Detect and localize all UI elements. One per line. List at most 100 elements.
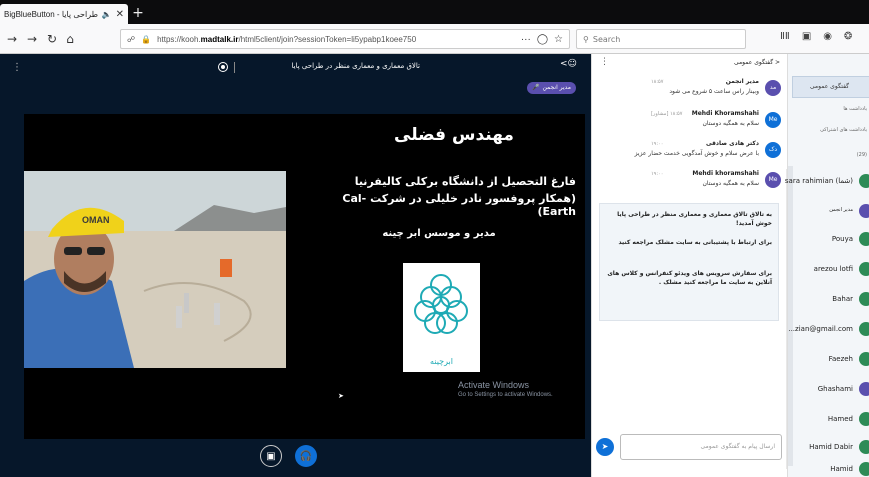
activate-windows-hint: Go to Settings to activate Windows. (458, 392, 553, 398)
user-list-item[interactable]: Faezeh (791, 350, 869, 372)
forward-icon[interactable]: → (24, 31, 40, 47)
user-name: arezou lotfi (813, 265, 853, 273)
avatar: Me (765, 112, 781, 128)
avatar: دک (765, 142, 781, 158)
url-text: https://kooh.madtalk.ir/html5client/join… (157, 34, 417, 44)
abrchineh-logo: ابرچینه (403, 263, 480, 372)
reload-icon[interactable]: ↻ (44, 31, 60, 47)
chat-title[interactable]: < گفتگوی عمومی (734, 59, 780, 66)
search-placeholder: Search (592, 34, 621, 44)
screen-share-button[interactable]: ▣ (260, 445, 282, 467)
message-time: [مشاور] ۱۸:۵۷ (651, 111, 683, 117)
user-name: sara rahimian (شما) (784, 177, 853, 185)
message-time: ۱۸:۵۷ (651, 79, 664, 85)
user-list-item[interactable]: sara rahimian (شما) (785, 172, 869, 194)
message-author: مدیر انجمن (725, 78, 759, 85)
user-name: Hamid (830, 465, 853, 473)
avatar (859, 440, 869, 454)
browser-tab[interactable]: BigBlueButton - طراحی پایا 🔈 ✕ (0, 4, 128, 24)
user-name: Faezeh (828, 355, 853, 363)
user-name: Bahar (832, 295, 853, 303)
avatar (859, 174, 869, 188)
message-text: وبینار راس ساعت ۵ شروع می شود (669, 88, 759, 95)
welcome-message: به تالاق تالاق معماری و معماری منظر در ط… (599, 203, 779, 321)
message-time: ۱۹:۰۰ (651, 141, 664, 147)
user-list-item[interactable]: Pouya (791, 230, 869, 252)
home-icon[interactable]: ⌂ (62, 31, 78, 47)
avatar (859, 412, 869, 426)
search-input[interactable]: ⚲ Search (576, 29, 746, 49)
more-icon[interactable]: ··· (521, 34, 531, 45)
avatar (859, 322, 869, 336)
user-list-item[interactable]: Hamid Dabir (791, 438, 869, 460)
speaker-icon[interactable]: 🔈 (102, 10, 112, 19)
cap-text: OMAN (82, 215, 110, 225)
user-list-item[interactable]: Bahar (791, 290, 869, 312)
new-tab-button[interactable]: + (130, 5, 146, 21)
user-list-item[interactable]: Hamed (791, 410, 869, 432)
speaker-role: مدیر و موسس ابر چینه (382, 228, 496, 239)
chat-header: ⋮ < گفتگوی عمومی (592, 54, 788, 72)
avatar (859, 204, 869, 218)
pocket-icon[interactable]: ◯ (537, 34, 548, 45)
avatar (859, 262, 869, 276)
options-icon[interactable]: ⋮ (12, 62, 22, 73)
cursor-icon: ➤ (338, 392, 344, 400)
tab-title: BigBlueButton - طراحی پایا (4, 9, 98, 19)
support-text: برای ارتباط با پشتیبانی به سایت مشلک مرا… (618, 239, 772, 246)
public-chat-link[interactable]: گفتگوی عمومی (792, 76, 869, 98)
user-name: Ghashami (817, 385, 853, 393)
logo-caption: ابرچینه (430, 357, 453, 366)
chat-message: مد مدیر انجمن ۱۸:۵۷ وبینار راس ساعت ۵ شر… (601, 78, 781, 106)
user-list-item[interactable]: Hamid (791, 460, 869, 477)
user-list-item[interactable]: Ghashami (791, 380, 869, 402)
chat-message: Me Mehdi Khoramshahi [مشاور] ۱۸:۵۷ سلام … (601, 110, 781, 138)
extension-icon[interactable]: ❂ (844, 31, 852, 42)
message-author: Mehdi khoramshahi (692, 170, 759, 177)
account-icon[interactable]: ◉ (823, 31, 832, 42)
send-icon: ➤ (601, 442, 609, 451)
lock-icon: 🔒 (141, 34, 152, 44)
chat-message-input[interactable]: ارسال پیام به گفتگوی عمومی (620, 434, 782, 460)
library-icon[interactable]: ⅡⅡ (780, 31, 790, 42)
bookmark-star-icon[interactable]: ☆ (554, 34, 563, 45)
send-button[interactable]: ➤ (596, 438, 614, 456)
users-toggle-icon[interactable]: <☺ (560, 59, 577, 69)
media-controls: ▣ 🎧 (0, 439, 591, 477)
avatar (859, 382, 869, 396)
speaker-affiliation: (همکار پروفسور نادر خلیلی در شرکت Cal-Ea… (342, 192, 576, 218)
url-bar[interactable]: ☍ 🔒 https://kooh.madtalk.ir/html5client/… (120, 29, 570, 49)
sidebar-icon[interactable]: ▣ (802, 31, 811, 42)
presenter-badge: 🎤 مدیر انجمن (527, 82, 576, 94)
user-name: Hamid Dabir (809, 443, 853, 451)
message-text: سلام به همگیه دوستان (702, 180, 759, 187)
navigation-bar: → → ↻ ⌂ ☍ 🔒 https://kooh.madtalk.ir/html… (0, 24, 869, 54)
headphones-icon: 🎧 (299, 450, 313, 462)
user-list-item[interactable]: ...zian@gmail.com (788, 320, 869, 342)
audio-button[interactable]: 🎧 (295, 445, 317, 467)
message-time: ۱۹:۰۰ (651, 171, 664, 177)
speaker-education: فارغ التحصیل از دانشگاه برکلی کالیفرنیا (354, 175, 576, 188)
divider (234, 62, 235, 73)
user-list-item[interactable]: مدیر انجمن (791, 202, 869, 224)
avatar: Me (765, 172, 781, 188)
avatar: مد (765, 80, 781, 96)
message-author: Mehdi Khoramshahi (691, 110, 759, 117)
message-text: با عرض سلام و خوش آمدگویی خدمت حضار عزیز (634, 150, 759, 157)
order-text: برای سفارش سرویس های ویدئو کنفرانس و کلا… (607, 270, 772, 286)
screen: BigBlueButton - طراحی پایا 🔈 ✕ + → → ↻ ⌂… (0, 0, 869, 477)
notes-label: یادداشت ها (843, 106, 867, 112)
shared-notes-link[interactable]: یادداشت های اشتراکی (820, 127, 867, 133)
user-name: ...zian@gmail.com (788, 325, 853, 333)
record-icon[interactable] (218, 62, 228, 72)
search-icon: ⚲ (583, 34, 589, 44)
presentation-header: ⋮ تالاق معماری و معماری منظر در طراحی پا… (0, 54, 591, 84)
chat-options-icon[interactable]: ⋮ (600, 57, 609, 67)
user-list-item[interactable]: arezou lotfi (791, 260, 869, 282)
chat-panel: ⋮ < گفتگوی عمومی مد مدیر انجمن ۱۸:۵۷ وبی… (591, 54, 789, 477)
back-icon[interactable]: → (4, 31, 20, 47)
close-icon[interactable]: ✕ (116, 9, 124, 20)
avatar (859, 232, 869, 246)
microphone-icon: 🎤 (532, 84, 540, 91)
avatar (859, 462, 869, 476)
